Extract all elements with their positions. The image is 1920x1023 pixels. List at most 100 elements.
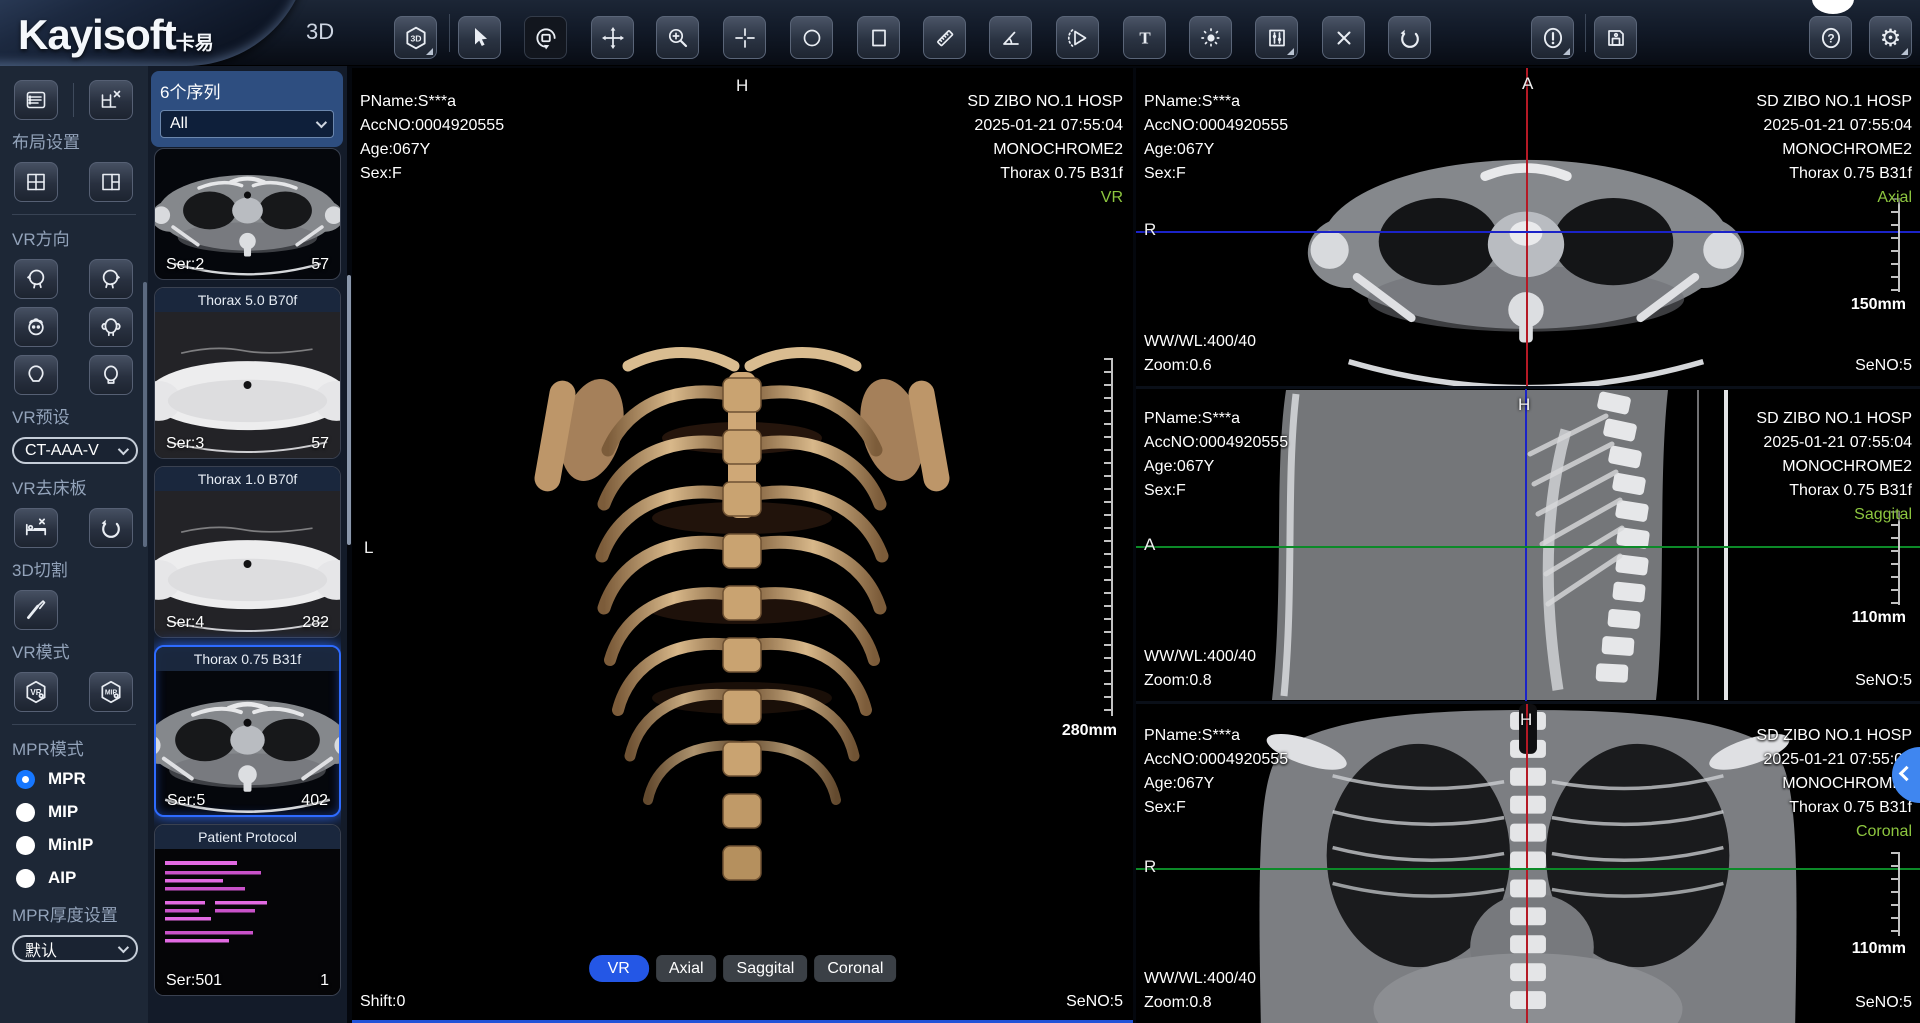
crosshair-tool-button[interactable] [723, 16, 766, 59]
volume-3d-tool-button[interactable]: 3D [394, 16, 437, 59]
scale-ruler-label: 280mm [1062, 722, 1117, 740]
user-avatar[interactable] [1812, 0, 1854, 14]
sidebar-scrollbar[interactable] [143, 282, 147, 547]
ellipse-roi-tool-button[interactable] [790, 16, 833, 59]
mpr-mode-option-minip[interactable]: MinIP [16, 835, 140, 855]
mpr-mode-option-mip[interactable]: MIP [16, 802, 140, 822]
axial-crosshair-vertical-line[interactable] [1526, 68, 1528, 386]
vr-head-left-button[interactable] [14, 259, 58, 299]
scalpel-button[interactable] [14, 590, 58, 630]
thumb-title: Thorax 0.75 B31f [156, 647, 339, 671]
mpr-thickness-select[interactable]: 默认 [12, 935, 138, 962]
help-icon: ? [1818, 25, 1844, 51]
bed-reset-button[interactable] [89, 508, 133, 548]
view-switch-buttons: VR Axial Saggital Coronal [589, 955, 897, 982]
ruler-tool-button[interactable] [923, 16, 966, 59]
radio-icon[interactable] [16, 836, 35, 855]
rect-roi-tool-button[interactable] [857, 16, 900, 59]
text-annotation-tool-button[interactable]: T [1123, 16, 1166, 59]
coronal-crosshair-vertical-line[interactable] [1526, 704, 1528, 1023]
view-button-axial[interactable]: Axial [656, 955, 717, 982]
bed-remove-button[interactable] [14, 508, 58, 548]
delete-x-icon [1332, 26, 1356, 50]
view-button-coronal[interactable]: Coronal [814, 955, 896, 982]
vr-mode-label: VR模式 [12, 638, 140, 663]
radio-selected-icon[interactable] [16, 770, 35, 789]
help-button[interactable]: ? [1809, 16, 1852, 59]
vr-head-anterior-button[interactable] [14, 355, 58, 395]
save-tool-button[interactable] [1594, 16, 1637, 59]
view-button-saggital[interactable]: Saggital [724, 955, 808, 982]
sagittal-viewport[interactable]: PName:S***a AccNO:0004920555 Age:067Y Se… [1136, 389, 1920, 701]
photometric: MONOCHROME2 [1756, 138, 1912, 162]
series-thumbnail-ser5-selected[interactable]: Thorax 0.75 B31f [154, 645, 341, 817]
vr-head-right-button[interactable] [89, 259, 133, 299]
split-layout-button[interactable] [89, 162, 133, 202]
info-tool-button[interactable] [1531, 16, 1574, 59]
series-filter-select[interactable]: All [160, 110, 334, 138]
series-scrollbar[interactable] [347, 275, 351, 545]
radio-icon[interactable] [16, 803, 35, 822]
hospital-name: SD ZIBO NO.1 HOSP [1756, 724, 1912, 748]
cobb-angle-icon [1066, 26, 1090, 50]
vr-preset-select[interactable]: CT-AAA-V [12, 437, 138, 464]
series-thumbnail-ser501[interactable]: Patient Protocol Ser: [154, 824, 341, 996]
vr-viewport[interactable]: PName:S***a AccNO:0004920555 Age:067Y Se… [352, 68, 1133, 1023]
series-filter-value: All [170, 115, 188, 133]
rotate-3d-tool-button[interactable] [524, 16, 567, 59]
info-icon [1540, 25, 1566, 51]
volume-3d-icon: 3D [403, 25, 429, 51]
mpr-mode-option-aip[interactable]: AIP [16, 868, 140, 888]
study-datetime: 2025-01-21 07:55:04 [1756, 431, 1912, 455]
coronal-viewport[interactable]: PName:S***a AccNO:0004920555 Age:067Y Se… [1136, 704, 1920, 1023]
layout-list-button[interactable] [14, 80, 58, 120]
view-type-label: Axial [1756, 186, 1912, 210]
pointer-tool-button[interactable] [458, 16, 501, 59]
window-level-tool-button[interactable] [1189, 16, 1232, 59]
angle-tool-button[interactable] [989, 16, 1032, 59]
sagittal-crosshair-horizontal-line[interactable] [1136, 546, 1920, 548]
settings-button[interactable]: ⚙ [1869, 16, 1912, 59]
zoom-tool-button[interactable] [656, 16, 699, 59]
axial-crosshair-horizontal-line[interactable] [1136, 231, 1920, 233]
window-level-value: WW/WL:400/40 [1144, 330, 1256, 354]
layout-remove-icon [99, 88, 123, 112]
thumb-image-count: 402 [301, 792, 328, 810]
mip-mode-hex-button[interactable]: MIP [89, 672, 133, 712]
pan-tool-button[interactable] [591, 16, 634, 59]
wwwl-presets-tool-button[interactable] [1255, 16, 1298, 59]
app-logo: Kayisoft卡易 [0, 0, 310, 66]
coronal-crosshair-horizontal-line[interactable] [1136, 868, 1920, 870]
chevron-down-icon [118, 443, 129, 454]
axial-viewport[interactable]: PName:S***a AccNO:0004920555 Age:067Y Se… [1136, 68, 1920, 386]
view-button-vr[interactable]: VR [589, 955, 649, 982]
zoom-value: Zoom:0.8 [1144, 669, 1256, 693]
series-description: Thorax 0.75 B31f [1756, 162, 1912, 186]
ruler-icon [933, 26, 957, 50]
mode-3d-label: 3D [306, 19, 334, 45]
series-thumbnail-ser3[interactable]: Thorax 5.0 B70f Ser:3 57 [154, 287, 341, 459]
vr-mode-hex-button[interactable]: VR [14, 672, 58, 712]
delete-annotation-tool-button[interactable] [1322, 16, 1365, 59]
reset-icon [98, 515, 124, 541]
svg-text:MIP: MIP [105, 690, 118, 697]
svg-text:T: T [1139, 28, 1151, 47]
reset-tool-button[interactable] [1388, 16, 1431, 59]
series-thumbnail-ser4[interactable]: Thorax 1.0 B70f Ser:4 282 [154, 466, 341, 638]
radio-icon[interactable] [16, 869, 35, 888]
vr-head-posterior-button[interactable] [89, 307, 133, 347]
cobb-angle-tool-button[interactable] [1056, 16, 1099, 59]
series-number: SeNO:5 [1855, 354, 1912, 378]
sagittal-crosshair-vertical-line[interactable] [1525, 389, 1527, 701]
series-thumbnail-ser2[interactable]: Ser:2 57 [154, 148, 341, 280]
layout-remove-button[interactable] [89, 80, 133, 120]
orientation-marker-top: A [1522, 74, 1533, 94]
patient-age: Age:067Y [1144, 138, 1288, 162]
series-description: Thorax 0.75 B31f [967, 162, 1123, 186]
grid-2x2-layout-button[interactable] [14, 162, 58, 202]
vr-head-superior-button[interactable] [14, 307, 58, 347]
thumb-series-number: Ser:4 [166, 614, 204, 632]
vr-head-occiput-button[interactable] [89, 355, 133, 395]
mpr-mode-option-mpr[interactable]: MPR [16, 769, 140, 789]
orientation-marker-top: H [736, 76, 748, 96]
